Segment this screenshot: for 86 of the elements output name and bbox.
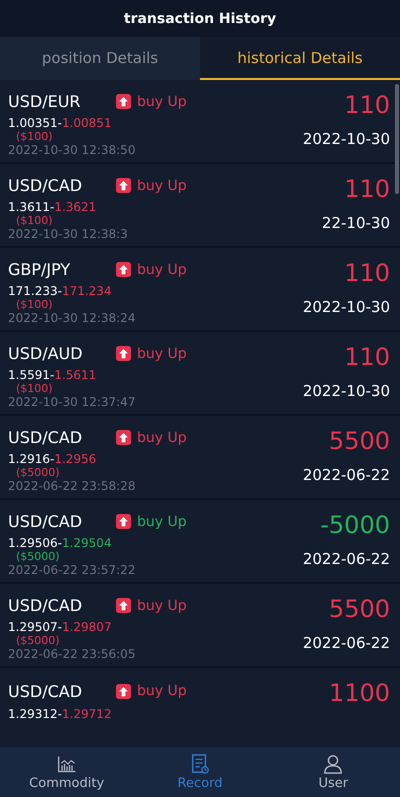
nav-tab[interactable]: User bbox=[266, 747, 400, 797]
trade-time: 2022-10-30 12:38:50 bbox=[8, 143, 136, 157]
trade-row[interactable]: USD/CAD buy Up 1.2916-1.2956 ($5000) 2022-06-22 23:58:28 5500 2022-06-22 bbox=[0, 416, 400, 500]
trade-amount: ($5000) bbox=[15, 550, 61, 563]
currency-pair: GBP/JPY bbox=[8, 260, 72, 279]
trade-direction: buy Up bbox=[137, 683, 187, 699]
trade-amount: ($100) bbox=[15, 298, 54, 311]
currency-pair: USD/CAD bbox=[8, 682, 84, 700]
trade-direction: buy Up bbox=[137, 346, 187, 362]
up-arrow-icon bbox=[116, 430, 131, 445]
close-price: 171.234 bbox=[62, 284, 112, 298]
trade-date: 22-10-30 bbox=[322, 214, 390, 232]
trade-date: 2022-06-22 bbox=[302, 634, 390, 652]
trade-direction: buy Up bbox=[137, 514, 187, 530]
trade-direction: buy Up bbox=[137, 598, 187, 614]
trade-row[interactable]: USD/CAD buy Up 1.29312-1.29712 1100 bbox=[0, 668, 400, 747]
trade-row[interactable]: USD/EUR buy Up 1.00351-1.00851 ($100) 2022-10-30 12:38:50 110 2022-10-30 bbox=[0, 80, 400, 164]
profit-amount: 110 bbox=[344, 260, 390, 286]
currency-pair: USD/AUD bbox=[8, 344, 84, 363]
trade-amount: ($100) bbox=[15, 382, 54, 395]
tab[interactable]: position Details bbox=[0, 37, 200, 80]
currency-pair: USD/CAD bbox=[8, 176, 84, 195]
nav-tab[interactable]: Record bbox=[133, 747, 267, 797]
tab[interactable]: historical Details bbox=[200, 37, 400, 80]
trade-time: 2022-06-22 23:57:22 bbox=[8, 563, 136, 577]
trade-date: 2022-06-22 bbox=[302, 466, 390, 484]
currency-pair: USD/CAD bbox=[8, 596, 84, 615]
profit-amount: 110 bbox=[344, 344, 390, 370]
trade-time: 2022-10-30 12:38:3 bbox=[8, 227, 129, 241]
trade-direction: buy Up bbox=[137, 178, 187, 194]
up-arrow-icon bbox=[116, 262, 131, 277]
close-price: 1.29712 bbox=[62, 707, 112, 721]
trade-direction: buy Up bbox=[137, 262, 187, 278]
trade-row[interactable]: USD/CAD buy Up 1.29506-1.29504 ($5000) 2022-06-22 23:57:22 -5000 2022-06-22 bbox=[0, 500, 400, 584]
open-price: 1.00351- bbox=[8, 116, 62, 130]
close-price: 1.2956 bbox=[54, 452, 96, 466]
open-price: 1.29312- bbox=[8, 707, 62, 721]
trade-direction: buy Up bbox=[137, 94, 187, 110]
trade-amount: ($100) bbox=[15, 214, 54, 227]
page-title: transaction History bbox=[124, 10, 276, 26]
trade-time: 2022-06-22 23:56:05 bbox=[8, 647, 136, 661]
trade-row[interactable]: USD/CAD buy Up 1.3611-1.3621 ($100) 2022-10-30 12:38:3 110 22-10-30 bbox=[0, 164, 400, 248]
open-price: 1.29507- bbox=[8, 620, 62, 634]
trade-row[interactable]: USD/CAD buy Up 1.29507-1.29807 ($5000) 2022-06-22 23:56:05 5500 2022-06-22 bbox=[0, 584, 400, 668]
trade-row[interactable]: GBP/JPY buy Up 171.233-171.234 ($100) 2022-10-30 12:38:24 110 2022-10-30 bbox=[0, 248, 400, 332]
currency-pair: USD/CAD bbox=[8, 428, 84, 447]
close-price: 1.5611 bbox=[54, 368, 96, 382]
trade-amount: ($100) bbox=[15, 130, 54, 143]
profit-amount: 110 bbox=[344, 92, 390, 118]
nav-tab[interactable]: Commodity bbox=[0, 747, 134, 797]
trade-direction: buy Up bbox=[137, 430, 187, 446]
currency-pair: USD/EUR bbox=[8, 92, 82, 111]
close-price: 1.00851 bbox=[62, 116, 112, 130]
document-clock-icon bbox=[190, 754, 210, 774]
open-price: 1.2916- bbox=[8, 452, 54, 466]
up-arrow-icon bbox=[116, 514, 131, 529]
trade-date: 2022-10-30 bbox=[302, 382, 390, 400]
close-price: 1.3621 bbox=[54, 200, 96, 214]
up-arrow-icon bbox=[116, 178, 131, 193]
profit-amount: 5500 bbox=[328, 596, 390, 622]
close-price: 1.29807 bbox=[62, 620, 112, 634]
trade-time: 2022-06-22 23:58:28 bbox=[8, 479, 136, 493]
trade-date: 2022-06-22 bbox=[302, 550, 390, 568]
currency-pair: USD/CAD bbox=[8, 512, 84, 531]
up-arrow-icon bbox=[116, 598, 131, 613]
close-price: 1.29504 bbox=[62, 536, 112, 550]
profit-amount: -5000 bbox=[320, 512, 390, 538]
up-arrow-icon bbox=[116, 684, 131, 698]
trade-amount: ($5000) bbox=[15, 634, 61, 647]
trade-row[interactable]: USD/AUD buy Up 1.5591-1.5611 ($100) 2022-10-30 12:37:47 110 2022-10-30 bbox=[0, 332, 400, 416]
trade-date: 2022-10-30 bbox=[302, 130, 390, 148]
up-arrow-icon bbox=[116, 94, 131, 109]
user-icon bbox=[323, 754, 344, 774]
open-price: 171.233- bbox=[8, 284, 62, 298]
chart-icon bbox=[56, 754, 77, 774]
trade-time: 2022-10-30 12:38:24 bbox=[8, 311, 136, 325]
profit-amount: 1100 bbox=[328, 680, 390, 706]
profit-amount: 110 bbox=[344, 176, 390, 202]
trade-time: 2022-10-30 12:37:47 bbox=[8, 395, 136, 409]
open-price: 1.29506- bbox=[8, 536, 62, 550]
up-arrow-icon bbox=[116, 346, 131, 361]
open-price: 1.3611- bbox=[8, 200, 54, 214]
trade-date: 2022-10-30 bbox=[302, 298, 390, 316]
open-price: 1.5591- bbox=[8, 368, 54, 382]
trade-amount: ($5000) bbox=[15, 466, 61, 479]
profit-amount: 5500 bbox=[328, 428, 390, 454]
